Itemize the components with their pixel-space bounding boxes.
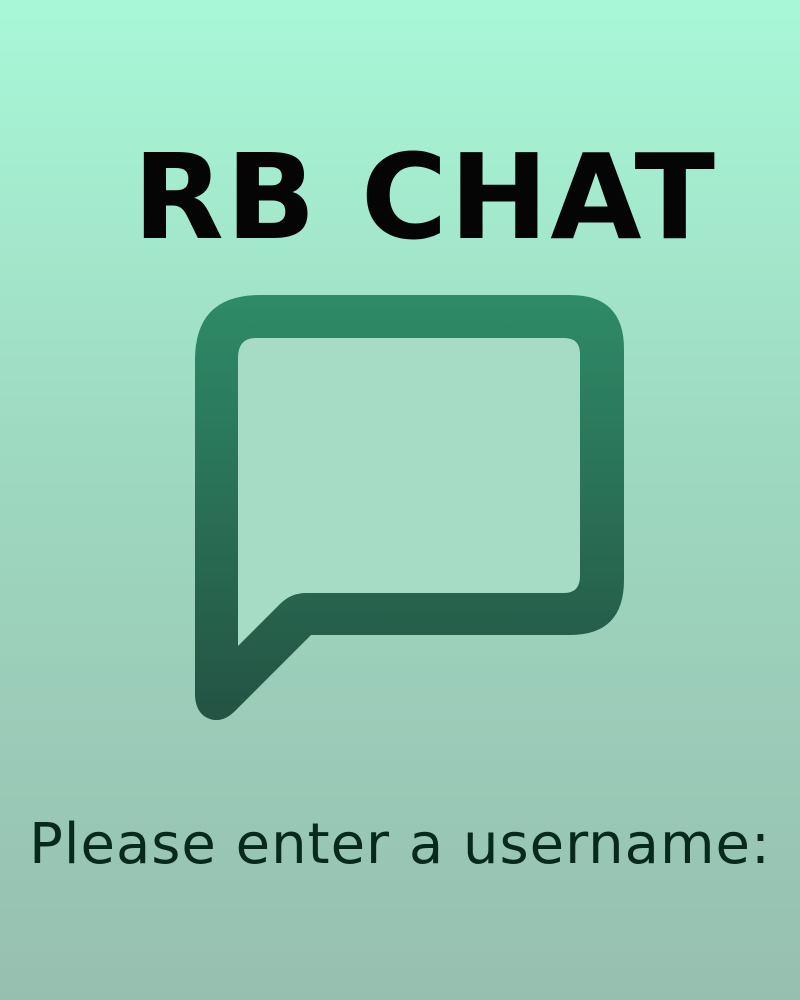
chat-bubble-icon: [195, 295, 624, 720]
login-screen: RB CHAT Please enter a username:: [0, 0, 800, 1000]
app-title: RB CHAT: [133, 128, 717, 266]
username-prompt: Please enter a username:: [29, 812, 771, 877]
